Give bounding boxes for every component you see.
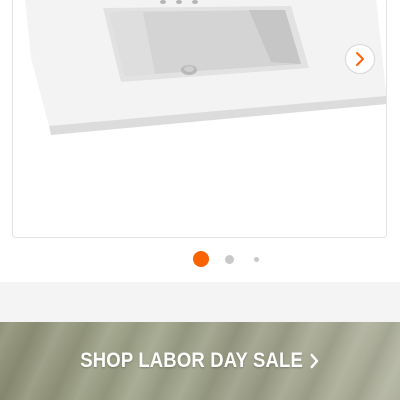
promo-banner-text: SHOP LABOR DAY SALE — [81, 349, 320, 373]
product-image-frame — [12, 0, 387, 238]
chevron-right-icon — [311, 353, 319, 369]
product-image — [25, 0, 386, 135]
carousel-dot-3[interactable] — [254, 257, 259, 262]
next-image-button[interactable] — [345, 44, 375, 74]
section-divider — [0, 282, 400, 322]
labor-day-sale-banner[interactable]: SHOP LABOR DAY SALE — [0, 322, 400, 400]
carousel-dot-1[interactable] — [193, 251, 209, 267]
promo-banner-label: SHOP LABOR DAY SALE — [80, 349, 304, 372]
carousel-dots — [0, 250, 400, 270]
chevron-right-icon — [356, 52, 364, 66]
carousel-dot-2[interactable] — [225, 255, 234, 264]
